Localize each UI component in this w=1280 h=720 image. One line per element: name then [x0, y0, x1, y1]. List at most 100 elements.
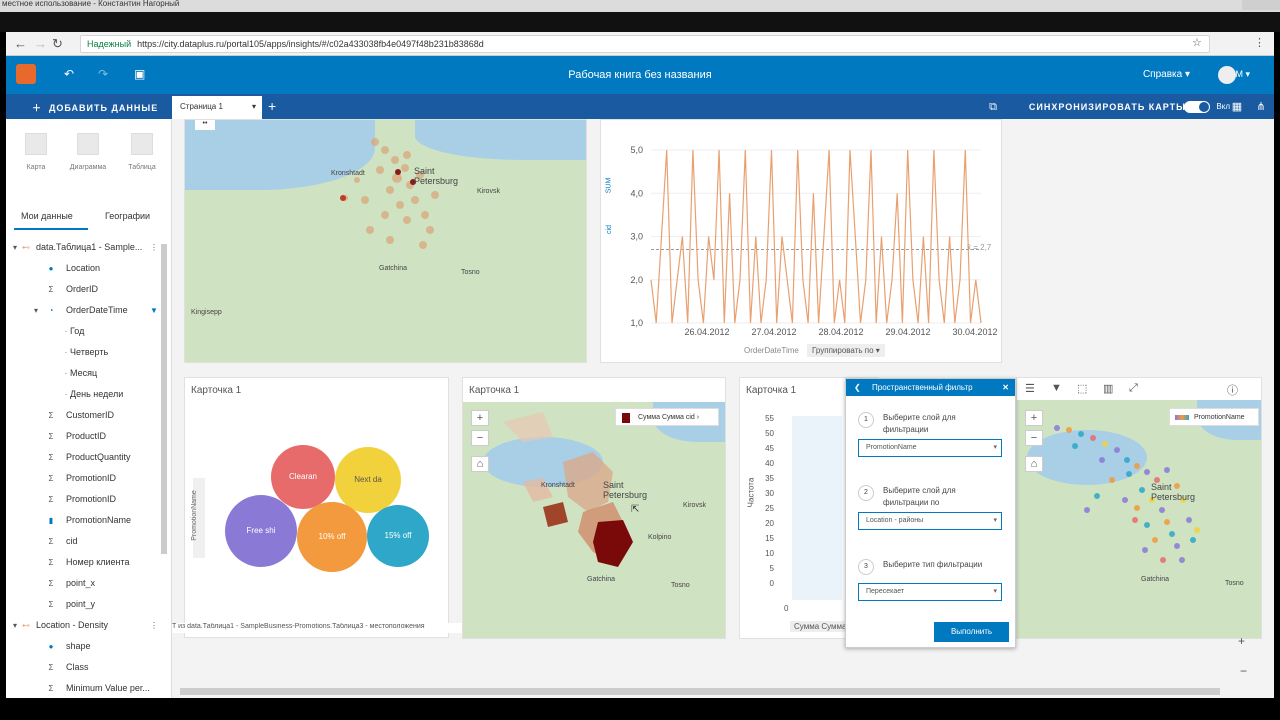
field-row[interactable]: · День недели [6, 384, 166, 405]
field-row[interactable]: · Год [6, 321, 166, 342]
card-title: Карточка 1 [469, 385, 520, 396]
dataset-row[interactable]: ▾ ⊷ Location - Density ⋮ [6, 615, 166, 636]
copy-icon[interactable]: ⧉ [984, 98, 1002, 116]
line-chart-card[interactable]: 5,0 4,0 3,0 2,0 1,0 26.04.2012 27.04.2012 28.04… [600, 119, 1002, 363]
card-drag-handle[interactable]: •• [195, 120, 215, 130]
select-icon[interactable]: ⬚ [1077, 382, 1087, 395]
field-row[interactable]: · Месяц [6, 363, 166, 384]
avatar[interactable] [1218, 66, 1236, 84]
field-row[interactable]: Σcid [6, 531, 166, 552]
share-icon[interactable]: ⋔ [1252, 98, 1270, 116]
bubble-chart-card[interactable]: Карточка 1 PromotionName Clearan Next da… [184, 377, 449, 638]
tab-my-data[interactable]: Мои данные [21, 211, 73, 221]
zoom-out-icon[interactable]: − [1240, 664, 1247, 678]
density-map-card[interactable]: Карточка 1 Saint Petersburg Kronshtadt K… [462, 377, 726, 639]
field-row[interactable]: ● Location [6, 258, 166, 279]
help-menu[interactable]: Справка ▾ [1143, 69, 1190, 80]
x-field-pill[interactable]: Сумма Сумма [790, 621, 851, 632]
promotion-map-card[interactable]: ☰ ▼ ⬚ ▥ ⤢ ⓘ Saint Petersburg Gatchina To… [1016, 377, 1262, 639]
field-label: Minimum Value per... [66, 683, 150, 693]
field-row[interactable]: Σ Minimum Value per... [6, 678, 166, 698]
home-icon[interactable]: ⌂ [1025, 456, 1043, 472]
chevron-down-icon[interactable]: ▾ [10, 237, 20, 258]
field-row[interactable]: Σ PromotionID [6, 468, 166, 489]
field-row[interactable]: Σ OrderID [6, 279, 166, 300]
add-page-icon[interactable]: + [268, 98, 276, 114]
bookmark-star-icon[interactable]: ☆ [1192, 36, 1202, 49]
legend[interactable]: PromotionName [1169, 408, 1259, 426]
run-button[interactable]: Выполнить [934, 622, 1009, 642]
zoom-in-button[interactable]: + [1025, 410, 1043, 426]
field-row[interactable]: Σ ProductQuantity [6, 447, 166, 468]
map-card-orders[interactable]: Kronshtadt Saint Petersburg Kirovsk Gatc… [184, 119, 587, 363]
bubble[interactable]: Next da [335, 447, 401, 513]
sync-maps-toggle[interactable] [1184, 101, 1210, 113]
filter-icon[interactable]: ▼ [149, 300, 159, 321]
chart-icon[interactable]: ▥ [1103, 382, 1113, 395]
field-row[interactable]: Σ CustomerID [6, 405, 166, 426]
legend[interactable]: Сумма Сумма cid › [615, 408, 719, 426]
field-row[interactable]: Σ ProductID [6, 426, 166, 447]
histogram-bar[interactable] [792, 416, 842, 600]
address-bar[interactable]: Надежный https://city.dataplus.ru/portal1… [80, 35, 1210, 53]
user-menu[interactable]: М ▾ [1235, 69, 1250, 80]
chevron-down-icon[interactable]: ▾ [31, 300, 41, 321]
field-row[interactable]: ● shape [6, 636, 166, 657]
field-row[interactable]: Σpoint_y [6, 594, 166, 615]
field-row[interactable]: Σ Class [6, 657, 166, 678]
group-by-dropdown[interactable]: Группировать по ▾ [807, 344, 885, 357]
field-row[interactable]: · Четверть [6, 342, 166, 363]
y-axis-field-pills[interactable]: SUM cid [605, 168, 621, 260]
home-icon[interactable]: ⌂ [471, 456, 489, 472]
filter-by-layer-select[interactable]: Location - районы [858, 512, 1002, 530]
dataset-more-icon[interactable]: ⋮ [149, 615, 159, 636]
dataset-row[interactable]: ▾ ⊷ data.Таблица1 - Sample... ⋮ [6, 237, 166, 258]
table-tool[interactable]: Таблица [122, 133, 162, 171]
x-axis-field[interactable]: OrderDateTime [744, 346, 799, 355]
y-axis-field-pill[interactable]: PromotionName [191, 478, 205, 558]
field-row[interactable]: Σ PromotionID [6, 489, 166, 510]
sigma-icon: Σ [48, 432, 54, 441]
tab-page-1[interactable]: Страница 1 ▾ [172, 96, 262, 119]
menu-icon[interactable]: ⋮ [1254, 36, 1265, 49]
field-row[interactable]: ▮ PromotionName [6, 510, 166, 531]
workbook-title[interactable]: Рабочая книга без названия [6, 69, 1274, 81]
filter-panel-header: ❮ Пространственный фильтр ✕ [846, 379, 1015, 396]
back-icon[interactable]: ← [14, 36, 27, 51]
sidebar-scrollbar[interactable] [161, 244, 167, 554]
expand-icon[interactable]: ⤢ [1129, 382, 1138, 395]
list-icon[interactable]: ☰ [1025, 382, 1035, 395]
layer-select[interactable]: PromotionName [858, 439, 1002, 457]
bubble[interactable]: 15% off [367, 505, 429, 567]
map-tool[interactable]: Карта [16, 133, 56, 171]
chevron-down-icon[interactable]: ▾ [252, 102, 256, 111]
field-row[interactable]: ▾ ◔ OrderDateTime ▼ [6, 300, 166, 321]
chevron-down-icon[interactable]: ▾ [10, 615, 20, 636]
window-controls[interactable] [1242, 0, 1280, 10]
bubble[interactable]: 10% off [297, 502, 367, 572]
field-label: ProductID [66, 431, 107, 441]
zoom-out-button[interactable]: − [1025, 430, 1043, 446]
forward-icon[interactable]: → [34, 36, 47, 51]
info-icon[interactable]: ⓘ [1227, 382, 1238, 398]
grid-layout-icon[interactable]: ▦ [1228, 98, 1246, 116]
zoom-in-icon[interactable]: + [1238, 634, 1245, 648]
close-icon[interactable]: ✕ [1002, 379, 1009, 396]
bubble[interactable]: Clearan [271, 445, 335, 509]
zoom-out-button[interactable]: − [471, 430, 489, 446]
filter-type-select[interactable]: Пересекает [858, 583, 1002, 601]
field-row[interactable]: Σpoint_x [6, 573, 166, 594]
dataset-more-icon[interactable]: ⋮ [149, 237, 159, 258]
back-arrow-icon[interactable]: ❮ [854, 379, 861, 396]
canvas-scrollbar[interactable] [180, 688, 1220, 695]
bubble[interactable]: Free shi [225, 495, 297, 567]
reload-icon[interactable]: ↻ [52, 36, 63, 52]
add-data-button[interactable]: ＋ ДОБАВИТЬ ДАННЫЕ [32, 101, 158, 114]
tab-geographies[interactable]: Географии [105, 211, 150, 221]
filter-icon[interactable]: ▼ [1051, 382, 1062, 394]
chart-tool[interactable]: Диаграмма [68, 133, 108, 171]
field-row[interactable]: Σ Номер клиента [6, 552, 166, 573]
y-axis-label: Частота [746, 477, 756, 508]
place-label: Tosno [1225, 580, 1244, 587]
zoom-in-button[interactable]: + [471, 410, 489, 426]
